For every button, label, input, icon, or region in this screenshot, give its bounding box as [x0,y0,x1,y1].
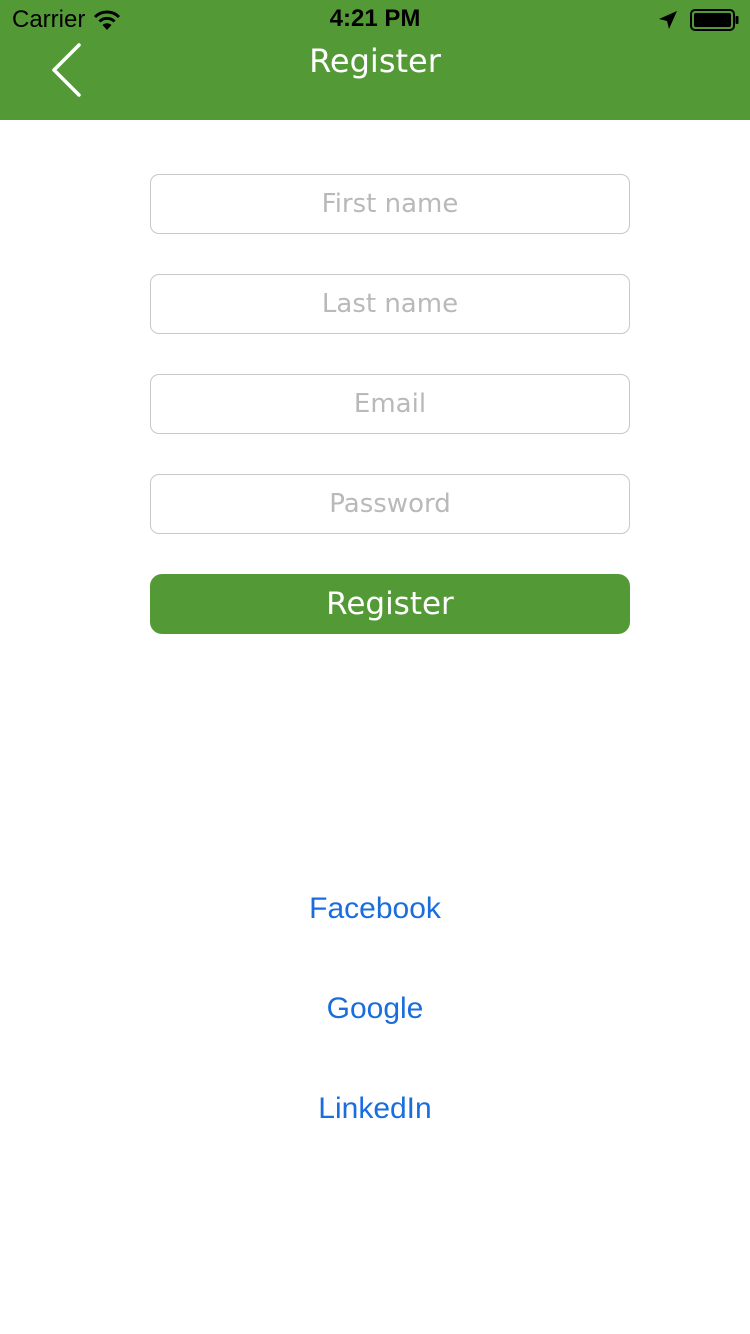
status-bar: Carrier 4:21 PM [0,0,750,40]
battery-icon [690,9,740,31]
linkedin-link[interactable]: LinkedIn [0,1084,750,1134]
facebook-link[interactable]: Facebook [0,884,750,934]
location-arrow-icon [658,10,678,30]
last-name-field[interactable] [150,274,630,334]
google-link[interactable]: Google [0,984,750,1034]
register-button[interactable]: Register [150,574,630,634]
status-right-group [658,8,740,32]
status-time: 4:21 PM [329,5,421,32]
social-links: Facebook Google LinkedIn [0,884,750,1184]
password-field[interactable] [150,474,630,534]
page-title: Register [309,42,441,80]
header: Carrier 4:21 PM Register [0,0,750,120]
registration-form: Register [150,174,630,634]
nav-bar: Register [0,40,750,120]
email-field[interactable] [150,374,630,434]
first-name-field[interactable] [150,174,630,234]
